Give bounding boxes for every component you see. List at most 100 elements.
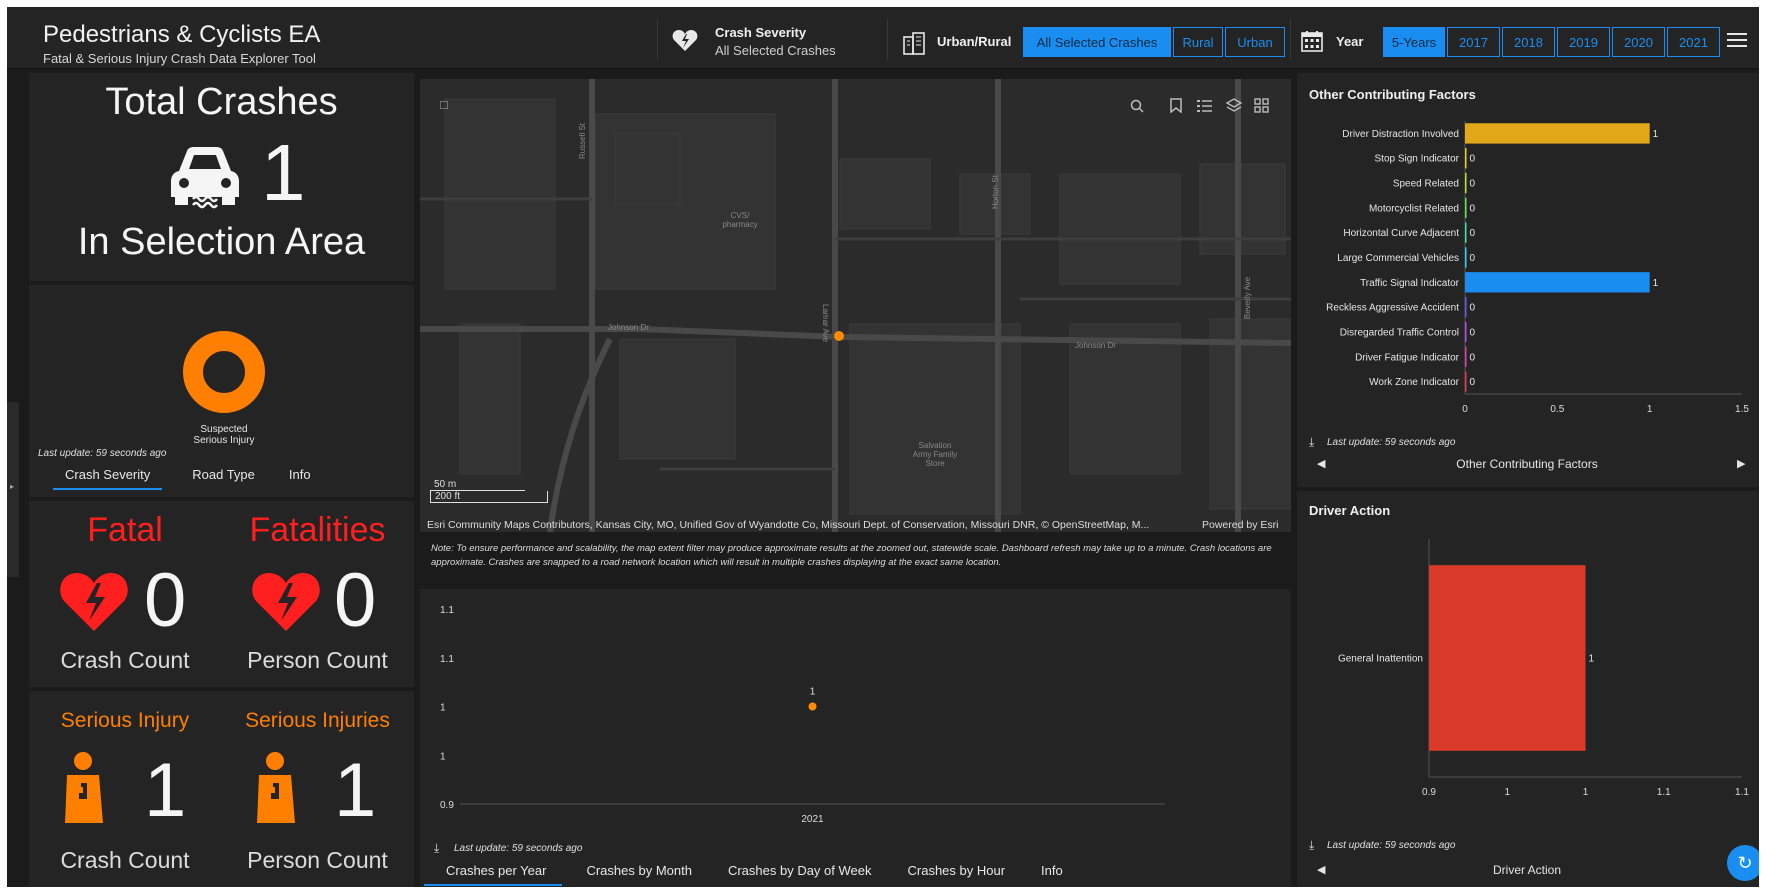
prev-arrow-icon[interactable]: ◀ [1317, 457, 1325, 470]
basemap-gallery-icon[interactable] [1254, 98, 1269, 113]
crash-point-marker[interactable] [834, 331, 844, 341]
driver-pager-label: Driver Action [1492, 863, 1562, 877]
poi-label: CVS/pharmacy [722, 211, 758, 229]
bar[interactable] [1465, 247, 1467, 268]
contributing-factors-chart[interactable]: 0 0.5 1 1.5 Driver Distraction Involved 1 Stop… [1297, 109, 1759, 439]
serious-injury-caption: Crash Count [60, 847, 190, 873]
map-note: Note: To ensure performance and scalabil… [431, 543, 1272, 568]
tab-time-info[interactable]: Info [1025, 855, 1079, 886]
bar-value-label: 0 [1470, 228, 1476, 239]
next-arrow-icon[interactable]: ▶ [1737, 457, 1745, 470]
x-tick-label: 0 [1462, 404, 1468, 415]
bar[interactable] [1465, 296, 1467, 318]
serious-injuries-title: Serious Injuries [245, 709, 390, 732]
tab-crashes-by-day-of-week[interactable]: Crashes by Day of Week [712, 855, 892, 886]
y-tick-label: 1 [440, 751, 446, 762]
prev-arrow-icon[interactable]: ◀ [1317, 863, 1325, 876]
year-2020-button[interactable]: 2020 [1612, 27, 1665, 57]
year-2021-button[interactable]: 2021 [1667, 27, 1720, 57]
app-title: Pedestrians & Cyclists EA [43, 21, 321, 48]
search-icon[interactable] [1130, 99, 1144, 113]
tab-crashes-per-year[interactable]: Crashes per Year [420, 855, 566, 886]
legend-icon[interactable] [1197, 99, 1212, 113]
bar-value-label: 1 [1589, 654, 1595, 665]
crashes-per-year-chart[interactable]: 1.1 1.1 1 1 0.9 1 2021 [420, 589, 1291, 829]
powered-by-esri[interactable]: Powered by Esri [1202, 519, 1278, 531]
serious-injury-crash-count: 1 [144, 748, 187, 833]
y-tick-label: 0.9 [440, 800, 454, 811]
driver-action-chart[interactable]: 0.9 1 1 1.1 1.1 General Inattention 1 [1297, 527, 1759, 827]
fatalities-count: 0 [334, 558, 377, 643]
injured-person-icon [257, 752, 295, 823]
bar[interactable] [1465, 123, 1650, 144]
bar[interactable] [1429, 565, 1586, 751]
year-2019-button[interactable]: 2019 [1557, 27, 1610, 57]
x-tick-label: 1.1 [1657, 787, 1671, 798]
category-label: Work Zone Indicator [1369, 377, 1460, 388]
bar[interactable] [1465, 272, 1650, 293]
side-panel-handle[interactable]: ▸ [7, 402, 19, 577]
serious-injury-panel: Serious Injury Serious Injuries 1 1 Cras… [29, 691, 414, 887]
urban-rural-all-button[interactable]: All Selected Crashes [1023, 27, 1171, 57]
select-tool-icon[interactable]: □ [440, 97, 448, 112]
tab-crash-severity[interactable]: Crash Severity [49, 459, 166, 490]
crashes-per-year-panel: 1.1 1.1 1 1 0.9 1 2021 ⤓ Last update: 59 secon… [420, 589, 1291, 887]
bar-value-label: 1 [1653, 129, 1659, 140]
header-divider [657, 19, 658, 59]
fatal-crash-title: Fatal [87, 511, 163, 549]
last-update-text: Last update: 59 seconds ago [38, 448, 167, 459]
dashboard: Pedestrians & Cyclists EA Fatal & Seriou… [7, 7, 1759, 887]
category-label: General Inattention [1338, 654, 1423, 665]
data-point[interactable] [808, 702, 817, 711]
tab-info[interactable]: Info [271, 459, 327, 490]
year-2017-button[interactable]: 2017 [1447, 27, 1500, 57]
time-chart-tabs: Crashes per Year Crashes by Month Crashe… [420, 855, 1079, 886]
menu-icon[interactable] [1727, 33, 1747, 49]
download-icon[interactable]: ⤓ [1309, 435, 1314, 450]
map-view[interactable]: □ Russell St Lamar Ave Horton St Beverly… [420, 79, 1291, 532]
tab-road-type[interactable]: Road Type [166, 459, 271, 490]
driver-action-panel: Driver Action 0.9 1 1 1.1 1.1 General Inatten… [1297, 491, 1759, 887]
bar[interactable] [1465, 222, 1467, 243]
tab-crashes-by-month[interactable]: Crashes by Month [566, 855, 712, 886]
map-attribution: Esri Community Maps Contributors, Kansas… [427, 519, 1150, 531]
urban-rural-urban-button[interactable]: Urban [1225, 27, 1285, 57]
year-2018-button[interactable]: 2018 [1502, 27, 1555, 57]
x-tick-label: 0.9 [1422, 787, 1436, 798]
year-5-years-button[interactable]: 5-Years [1383, 27, 1445, 57]
x-tick-label: 0.5 [1550, 404, 1564, 415]
bookmark-icon[interactable] [1170, 98, 1182, 113]
last-update-text: Last update: 59 seconds ago [1327, 437, 1456, 448]
bar[interactable] [1465, 148, 1467, 169]
severity-donut-chart[interactable] [179, 327, 269, 417]
last-update-text: Last update: 59 seconds ago [1327, 840, 1456, 851]
bar-value-label: 0 [1470, 203, 1476, 214]
bar[interactable] [1465, 197, 1467, 219]
category-label: Driver Fatigue Indicator [1355, 352, 1460, 363]
layers-icon[interactable] [1226, 98, 1242, 113]
tab-crashes-by-hour[interactable]: Crashes by Hour [892, 855, 1026, 886]
category-label: Reckless Aggressive Accident [1326, 303, 1459, 314]
app-subtitle: Fatal & Serious Injury Crash Data Explor… [43, 51, 316, 66]
fatal-crash-count: 0 [144, 558, 187, 643]
download-icon[interactable]: ⤓ [434, 841, 439, 856]
x-tick-label: 1 [1647, 404, 1653, 415]
bar-value-label: 0 [1470, 303, 1476, 314]
download-icon[interactable]: ⤓ [1309, 838, 1314, 853]
fatal-crash-caption: Crash Count [60, 647, 190, 673]
bar[interactable] [1465, 371, 1467, 392]
street-label: Johnson Dr [1075, 341, 1116, 350]
bar-value-label: 0 [1470, 179, 1476, 190]
bar-value-label: 1 [1653, 278, 1659, 289]
refresh-button[interactable]: ↻ [1727, 845, 1759, 881]
street-label: Horton St [991, 175, 1000, 209]
bar[interactable] [1465, 346, 1467, 367]
fatal-panel: Fatal Fatalities 0 0 Crash Count Person … [29, 501, 414, 687]
bar[interactable] [1465, 172, 1467, 194]
bar[interactable] [1465, 321, 1467, 343]
crash-severity-dropdown[interactable]: All Selected Crashes [715, 43, 836, 58]
donut-slice-suspected-serious-injury[interactable] [183, 331, 265, 413]
total-crashes-title: Total Crashes [105, 81, 338, 123]
street-label: Beverly Ave [1243, 276, 1252, 319]
urban-rural-rural-button[interactable]: Rural [1173, 27, 1223, 57]
